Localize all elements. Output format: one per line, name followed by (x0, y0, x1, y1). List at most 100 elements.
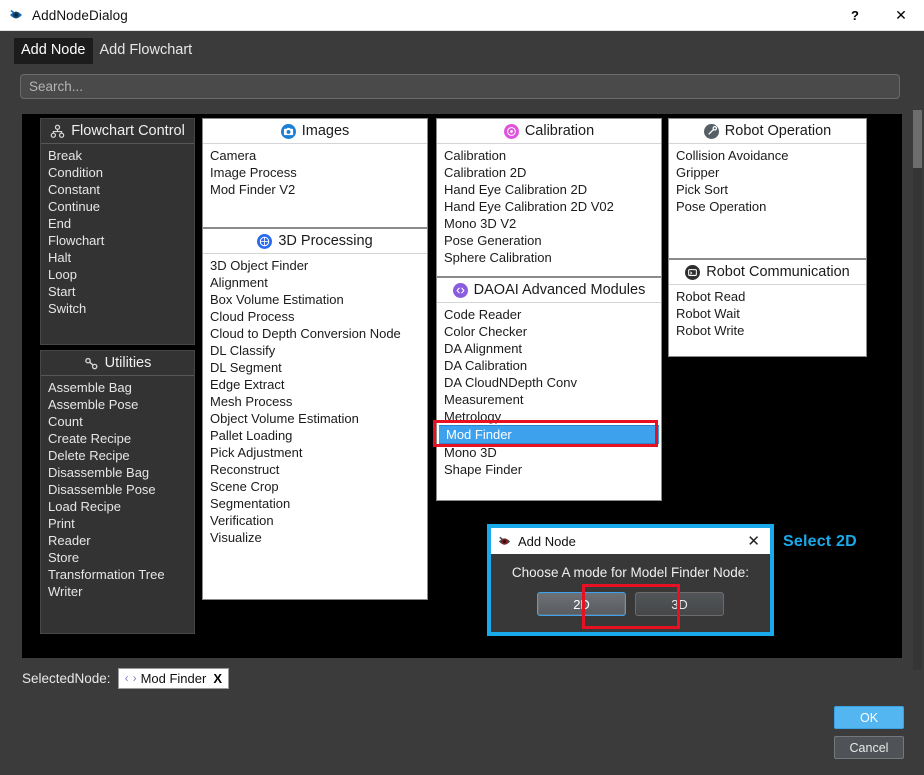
close-icon[interactable]: ✕ (743, 534, 764, 549)
selected-node-row: SelectedNode: ‹ › Mod Finder X (22, 667, 229, 689)
list-item[interactable]: Reader (41, 532, 194, 549)
list-item[interactable]: Loop (41, 266, 194, 283)
list-item[interactable]: Switch (41, 300, 194, 317)
panel-header-flowchart-control: Flowchart Control (41, 119, 194, 144)
list-item[interactable]: Writer (41, 583, 194, 600)
chevron-right-icon[interactable]: › (133, 672, 137, 684)
list-item[interactable]: Pose Generation (437, 232, 661, 249)
scrollbar-thumb[interactable] (913, 110, 922, 168)
list-item[interactable]: Calibration (437, 147, 661, 164)
list-item[interactable]: Verification (203, 512, 427, 529)
code-brackets-icon (452, 282, 468, 298)
list-item[interactable]: Edge Extract (203, 376, 427, 393)
list-item[interactable]: Continue (41, 198, 194, 215)
list-item[interactable]: Halt (41, 249, 194, 266)
list-item[interactable]: DA CloudNDepth Conv (437, 374, 661, 391)
list-item[interactable]: Robot Read (669, 288, 866, 305)
list-item[interactable]: Sphere Calibration (437, 249, 661, 266)
list-item-mod-finder-selected[interactable]: Mod Finder (439, 425, 659, 444)
list-item[interactable]: Disassemble Pose (41, 481, 194, 498)
list-item[interactable]: Create Recipe (41, 430, 194, 447)
panel-title: Calibration (524, 122, 595, 139)
list-item[interactable]: Robot Write (669, 322, 866, 339)
list-item[interactable]: Color Checker (437, 323, 661, 340)
close-icon[interactable]: ✕ (878, 0, 924, 31)
list-item[interactable]: DA Alignment (437, 340, 661, 357)
vertical-scrollbar[interactable] (913, 110, 922, 670)
list-item[interactable]: DA Calibration (437, 357, 661, 374)
list-item[interactable]: Gripper (669, 164, 866, 181)
list-item[interactable]: End (41, 215, 194, 232)
list-item[interactable]: Disassemble Bag (41, 464, 194, 481)
list-item[interactable]: Box Volume Estimation (203, 291, 427, 308)
list-item[interactable]: Segmentation (203, 495, 427, 512)
panel-utilities: Utilities Assemble Bag Assemble Pose Cou… (40, 350, 195, 634)
panel-list-flowchart-control: Break Condition Constant Continue End Fl… (41, 144, 194, 317)
selected-node-chip[interactable]: ‹ › Mod Finder X (117, 667, 229, 689)
list-item[interactable]: Camera (203, 147, 427, 164)
chevron-left-icon[interactable]: ‹ (125, 672, 129, 684)
list-item[interactable]: Start (41, 283, 194, 300)
list-item[interactable]: Collision Avoidance (669, 147, 866, 164)
list-item[interactable]: Flowchart (41, 232, 194, 249)
list-item[interactable]: Break (41, 147, 194, 164)
ok-button[interactable]: OK (834, 706, 904, 729)
list-item[interactable]: Assemble Bag (41, 379, 194, 396)
tab-add-flowchart[interactable]: Add Flowchart (93, 38, 200, 63)
panel-header-robot-operation: Robot Operation (669, 119, 866, 144)
annotation-label-select-2d: Select 2D (783, 533, 857, 550)
list-item[interactable]: Reconstruct (203, 461, 427, 478)
list-item[interactable]: Alignment (203, 274, 427, 291)
list-item[interactable]: DL Segment (203, 359, 427, 376)
list-item[interactable]: Mod Finder V2 (203, 181, 427, 198)
list-item[interactable]: 3D Object Finder (203, 257, 427, 274)
list-item[interactable]: DL Classify (203, 342, 427, 359)
add-node-dialog-body: Choose A mode for Model Finder Node: 2D … (491, 554, 770, 616)
panel-header-utilities: Utilities (41, 351, 194, 376)
list-item[interactable]: Pallet Loading (203, 427, 427, 444)
list-item[interactable]: Mesh Process (203, 393, 427, 410)
panel-list-images: Camera Image Process Mod Finder V2 (203, 144, 427, 198)
list-item[interactable]: Delete Recipe (41, 447, 194, 464)
list-item[interactable]: Object Volume Estimation (203, 410, 427, 427)
list-item[interactable]: Store (41, 549, 194, 566)
tab-add-node[interactable]: Add Node (14, 38, 93, 64)
mode-2d-button[interactable]: 2D (537, 592, 626, 616)
mode-3d-button[interactable]: 3D (635, 592, 724, 616)
list-item[interactable]: Hand Eye Calibration 2D V02 (437, 198, 661, 215)
search-input[interactable] (20, 74, 900, 99)
list-item[interactable]: Hand Eye Calibration 2D (437, 181, 661, 198)
list-item[interactable]: Assemble Pose (41, 396, 194, 413)
panel-title: Utilities (104, 354, 152, 371)
list-item[interactable]: Calibration 2D (437, 164, 661, 181)
mode-button-group: 2D 3D (491, 592, 770, 616)
list-item[interactable]: Code Reader (437, 306, 661, 323)
panel-title: Robot Operation (724, 122, 832, 139)
list-item[interactable]: Mono 3D V2 (437, 215, 661, 232)
cancel-button[interactable]: Cancel (834, 736, 904, 759)
list-item[interactable]: Visualize (203, 529, 427, 546)
list-item[interactable]: Print (41, 515, 194, 532)
list-item[interactable]: Pose Operation (669, 198, 866, 215)
remove-selected-node-icon[interactable]: X (213, 671, 222, 686)
target-icon (503, 123, 519, 139)
list-item[interactable]: Scene Crop (203, 478, 427, 495)
selected-node-name: Mod Finder (140, 670, 207, 686)
help-button[interactable]: ? (832, 0, 878, 31)
list-item[interactable]: Count (41, 413, 194, 430)
list-item[interactable]: Condition (41, 164, 194, 181)
list-item[interactable]: Measurement (437, 391, 661, 408)
list-item[interactable]: Image Process (203, 164, 427, 181)
list-item[interactable]: Cloud to Depth Conversion Node (203, 325, 427, 342)
list-item[interactable]: Transformation Tree (41, 566, 194, 583)
list-item[interactable]: Shape Finder (437, 461, 661, 478)
list-item[interactable]: Mono 3D (437, 444, 661, 461)
list-item[interactable]: Load Recipe (41, 498, 194, 515)
list-item[interactable]: Pick Adjustment (203, 444, 427, 461)
list-item[interactable]: Metrology (437, 408, 661, 425)
list-item[interactable]: Cloud Process (203, 308, 427, 325)
panel-list-calibration: Calibration Calibration 2D Hand Eye Cali… (437, 144, 661, 266)
list-item[interactable]: Robot Wait (669, 305, 866, 322)
list-item[interactable]: Pick Sort (669, 181, 866, 198)
list-item[interactable]: Constant (41, 181, 194, 198)
